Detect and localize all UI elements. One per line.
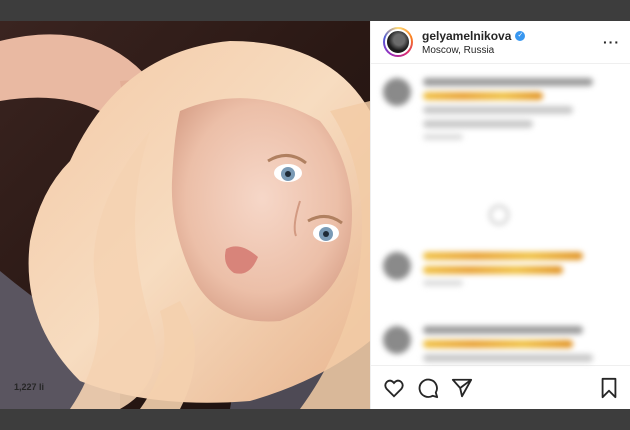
verified-badge-icon: ✓ [515,30,526,41]
selfie-image [0,21,370,409]
more-options-icon[interactable]: ··· [603,34,620,50]
heart-icon[interactable] [383,377,405,399]
avatar-story-ring[interactable] [383,27,413,57]
action-bar [371,365,630,409]
bookmark-icon[interactable] [598,377,620,399]
share-icon[interactable] [451,377,473,399]
comment-text [423,326,593,365]
comment-text [423,78,593,140]
comment-item [383,78,593,140]
comments-area[interactable] [371,64,630,365]
header-text: gelyamelnikova ✓ Moscow, Russia [422,29,603,56]
loading-spinner-icon [489,205,509,225]
avatar [385,29,411,55]
location-link[interactable]: Moscow, Russia [422,45,603,56]
post-sidebar: gelyamelnikova ✓ Moscow, Russia ··· [370,21,630,409]
comment-icon[interactable] [417,377,439,399]
comment-text [423,252,583,286]
comment-avatar[interactable] [383,78,411,106]
comment-avatar[interactable] [383,326,411,354]
comment-avatar[interactable] [383,252,411,280]
comment-item [383,252,583,286]
comment-item [383,326,593,365]
user-row: gelyamelnikova ✓ [422,29,603,43]
post-header: gelyamelnikova ✓ Moscow, Russia ··· [371,21,630,64]
username-link[interactable]: gelyamelnikova [422,29,511,43]
post-modal: gelyamelnikova ✓ Moscow, Russia ··· [0,21,630,409]
post-photo[interactable] [0,21,370,409]
likes-count[interactable]: 1,227 li [14,382,44,392]
